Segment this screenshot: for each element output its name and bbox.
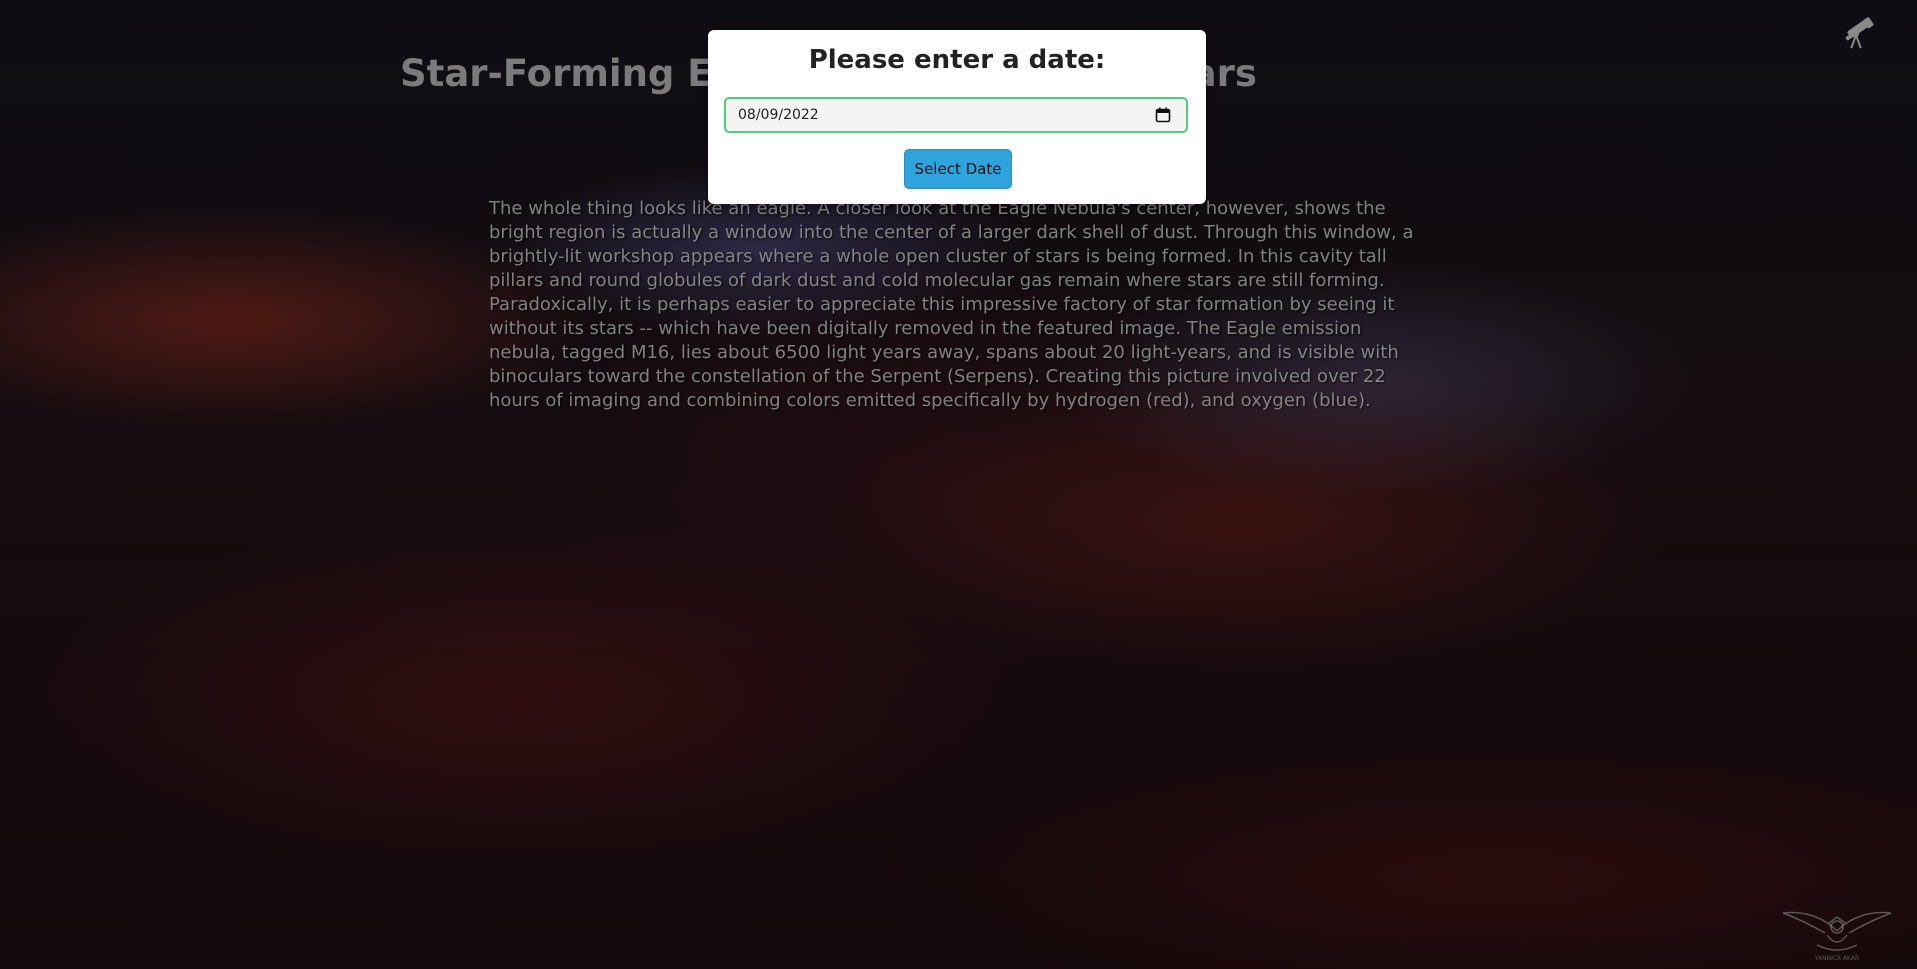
apod-page: Star-Forming Eagle Nebula without Stars … [0, 0, 1917, 969]
date-dialog: Please enter a date: 08/09/2022 Select D… [708, 30, 1206, 204]
select-date-button[interactable]: Select Date [904, 149, 1012, 189]
date-input-value: 08/09/2022 [738, 107, 819, 123]
date-input[interactable]: 08/09/2022 [724, 97, 1188, 133]
dialog-heading: Please enter a date: [808, 45, 1106, 75]
calendar-icon[interactable] [1152, 104, 1174, 126]
